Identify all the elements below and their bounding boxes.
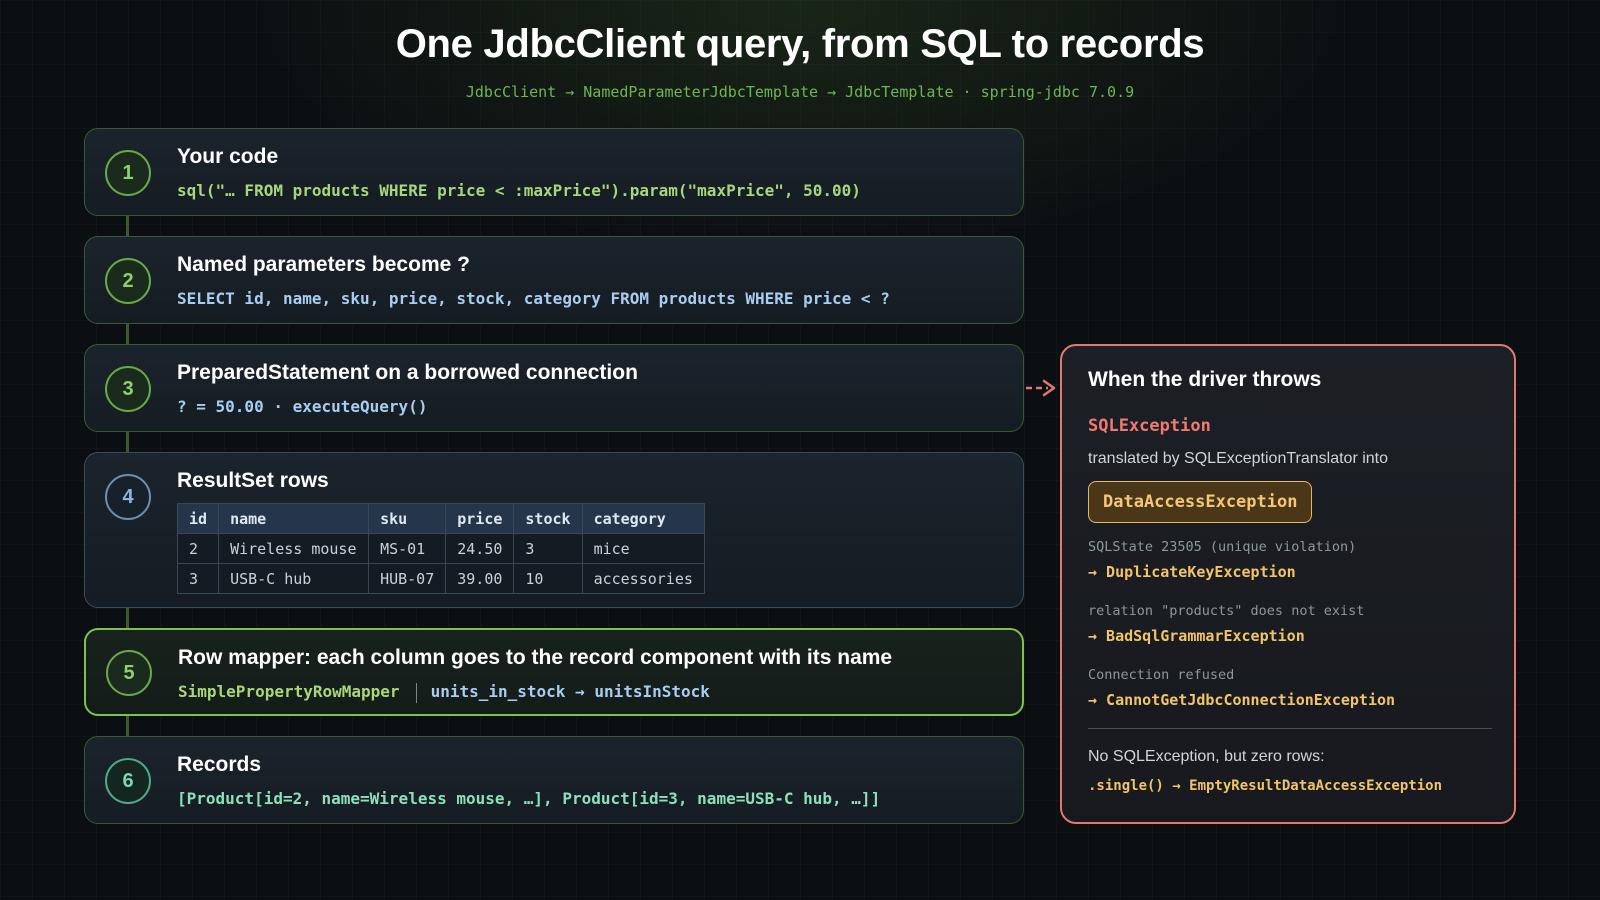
step-1-card: 1 Your code sql("… FROM products WHERE p… [84,128,1024,216]
table-cell: 2 [176,533,220,564]
step-6-card: 6 Records [Product[id=2, name=Wireless m… [84,736,1024,824]
table-cell: mice [581,533,705,564]
error-panel: When the driver throws SQLException tran… [1060,344,1516,824]
diagram-subtitle: JdbcClient → NamedParameterJdbcTemplate … [465,83,1135,101]
column-header: stock [513,503,583,534]
step-connector [126,608,129,628]
error-cause: Connection refused [1088,667,1235,683]
mapped-exception: → DuplicateKeyException [1088,563,1296,581]
table-row: 2 Wireless mouse MS-01 24.50 3 mice [176,533,705,564]
step-code: SELECT id, name, sku, price, stock, cate… [177,289,890,308]
step-title: Named parameters become ? [177,253,470,276]
step-number-badge: 5 [106,650,152,696]
step-title: Records [177,753,262,776]
step-connector [126,716,129,736]
translation-text: translated by SQLExceptionTranslator int… [1088,450,1389,467]
mapped-exception: → BadSqlGrammarException [1088,627,1305,645]
data-access-exception-badge: DataAccessException [1088,481,1313,523]
step-4-card: 4 ResultSet rows id name sku price stock… [84,452,1024,608]
step-connector [126,216,129,236]
table-cell: Wireless mouse [218,533,370,564]
mapped-exception: → CannotGetJdbcConnectionException [1088,691,1396,709]
step-code: SimplePropertyRowMapper units_in_stock → … [178,682,710,703]
table-cell: 3 [176,563,220,594]
step-code: [Product[id=2, name=Wireless mouse, …], … [177,789,881,808]
error-panel-title: When the driver throws [1088,368,1322,391]
table-header-row: id name sku price stock category [176,503,705,534]
table-row: 3 USB-C hub HUB-07 39.00 10 accessories [176,563,705,594]
step-title: ResultSet rows [177,469,329,492]
step-title: Row mapper: each column goes to the reco… [178,646,893,669]
dashed-arrow-icon [1026,379,1056,397]
step-connector [126,432,129,452]
step-5-card: 5 Row mapper: each column goes to the re… [84,628,1024,716]
step-code: sql("… FROM products WHERE price < :maxP… [177,181,861,200]
sql-exception-label: SQLException [1088,416,1211,436]
table-cell: MS-01 [368,533,447,564]
table-cell: USB-C hub [218,563,370,594]
step-number-badge: 2 [105,258,151,304]
table-cell: 3 [513,533,583,564]
table-cell: HUB-07 [368,563,447,594]
step-2-card: 2 Named parameters become ? SELECT id, n… [84,236,1024,324]
error-cause: relation "products" does not exist [1088,603,1365,619]
table-cell: 24.50 [445,533,515,564]
table-cell: accessories [581,563,705,594]
column-header: sku [368,503,447,534]
column-header: id [176,503,220,534]
diagram-title: One JdbcClient query, from SQL to record… [395,22,1205,66]
zero-rows-text: No SQLException, but zero rows: [1088,748,1325,765]
step-number-badge: 3 [105,366,151,412]
table-cell: 39.00 [445,563,515,594]
zero-rows-code: .single() → EmptyResultDataAccessExcepti… [1088,778,1443,794]
step-number-badge: 6 [105,758,151,804]
column-header: category [581,503,705,534]
divider [1088,728,1492,729]
step-code: ? = 50.00 · executeQuery() [177,397,428,416]
step-3-card: 3 PreparedStatement on a borrowed connec… [84,344,1024,432]
column-mapping: units_in_stock → unitsInStock [430,682,710,701]
step-number-badge: 1 [105,150,151,196]
step-title: Your code [177,145,279,168]
row-mapper-class: SimplePropertyRowMapper [178,682,400,701]
error-cause: SQLState 23505 (unique violation) [1088,539,1357,555]
table-cell: 10 [513,563,583,594]
column-header: price [445,503,515,534]
step-number-badge: 4 [105,474,151,520]
step-title: PreparedStatement on a borrowed connecti… [177,361,638,384]
resultset-table: id name sku price stock category 2 Wirel… [176,503,705,594]
divider [415,682,417,703]
step-connector [126,324,129,344]
column-header: name [218,503,370,534]
